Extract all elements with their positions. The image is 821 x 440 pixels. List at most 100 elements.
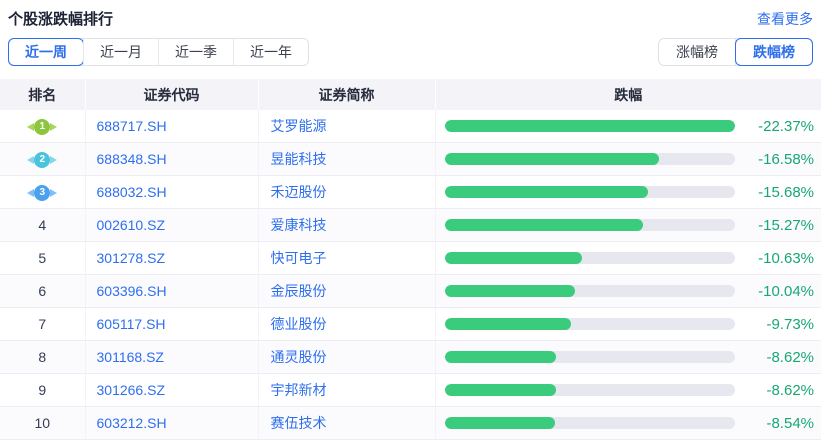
table-row[interactable]: 1 688717.SH 艾罗能源 -22.37% — [0, 110, 821, 143]
table-row[interactable]: 6 603396.SH 金辰股份 -10.04% — [0, 275, 821, 308]
decline-bar — [445, 417, 556, 429]
stock-ranking-panel: 个股涨跌幅排行 查看更多 近一周 近一月 近一季 近一年 涨幅榜 跌幅榜 — [0, 0, 821, 66]
period-tab-group: 近一周 近一月 近一季 近一年 — [8, 38, 309, 66]
decline-bar — [445, 186, 648, 198]
tab-last-week[interactable]: 近一周 — [9, 39, 83, 65]
column-header-code: 证券代码 — [85, 79, 258, 110]
rank-cell: 5 — [0, 242, 85, 275]
decline-percent: -16.58% — [735, 151, 821, 168]
rank-cell: 8 — [0, 341, 85, 374]
decline-percent: -22.37% — [735, 118, 821, 135]
table-header-row: 排名 证券代码 证券简称 跌幅 — [0, 79, 821, 110]
rank-cell: 3 — [0, 176, 85, 209]
column-header-rank: 排名 — [0, 79, 85, 110]
change-cell: -8.54% — [435, 407, 821, 440]
board-toggle-group: 涨幅榜 跌幅榜 — [658, 38, 813, 66]
tab-last-quarter[interactable]: 近一季 — [158, 39, 233, 65]
bar-track — [445, 252, 735, 264]
stock-name[interactable]: 通灵股份 — [258, 341, 435, 374]
bar-track — [445, 120, 735, 132]
change-cell: -10.63% — [435, 242, 821, 275]
stock-code[interactable]: 301168.SZ — [85, 341, 258, 374]
decline-percent: -10.63% — [735, 250, 821, 267]
decline-percent: -8.54% — [735, 415, 821, 432]
rank-cell: 1 — [0, 110, 85, 143]
table-row[interactable]: 5 301278.SZ 快可电子 -10.63% — [0, 242, 821, 275]
change-cell: -15.68% — [435, 176, 821, 209]
rank-cell: 4 — [0, 209, 85, 242]
stock-code[interactable]: 002610.SZ — [85, 209, 258, 242]
tab-last-month[interactable]: 近一月 — [83, 39, 158, 65]
panel-header: 个股涨跌幅排行 查看更多 — [8, 8, 813, 29]
change-cell: -16.58% — [435, 143, 821, 176]
decline-percent: -10.04% — [735, 283, 821, 300]
stock-name[interactable]: 赛伍技术 — [258, 407, 435, 440]
change-cell: -8.62% — [435, 374, 821, 407]
decline-bar — [445, 153, 660, 165]
tab-last-year[interactable]: 近一年 — [233, 39, 308, 65]
stock-name[interactable]: 艾罗能源 — [258, 110, 435, 143]
ranking-table: 排名 证券代码 证券简称 跌幅 1 688717.SH 艾罗能源 -22.37%… — [0, 79, 821, 440]
bar-track — [445, 153, 735, 165]
change-cell: -10.04% — [435, 275, 821, 308]
stock-name[interactable]: 禾迈股份 — [258, 176, 435, 209]
stock-name[interactable]: 金辰股份 — [258, 275, 435, 308]
rank-1-medal-icon: 1 — [34, 119, 50, 135]
bar-track — [445, 417, 735, 429]
rank-cell: 9 — [0, 374, 85, 407]
stock-code[interactable]: 688032.SH — [85, 176, 258, 209]
column-header-name: 证券简称 — [258, 79, 435, 110]
decline-bar — [445, 384, 557, 396]
decline-percent: -8.62% — [735, 349, 821, 366]
view-more-link[interactable]: 查看更多 — [757, 9, 813, 29]
change-cell: -15.27% — [435, 209, 821, 242]
rank-cell: 2 — [0, 143, 85, 176]
decline-percent: -15.27% — [735, 217, 821, 234]
decline-bar — [445, 252, 583, 264]
stock-code[interactable]: 301278.SZ — [85, 242, 258, 275]
stock-name[interactable]: 宇邦新材 — [258, 374, 435, 407]
decline-bar — [445, 120, 735, 132]
page-title: 个股涨跌幅排行 — [8, 8, 113, 29]
stock-name[interactable]: 德业股份 — [258, 308, 435, 341]
table-row[interactable]: 8 301168.SZ 通灵股份 -8.62% — [0, 341, 821, 374]
bar-track — [445, 285, 735, 297]
rank-cell: 7 — [0, 308, 85, 341]
table-row[interactable]: 2 688348.SH 昱能科技 -16.58% — [0, 143, 821, 176]
bar-track — [445, 318, 735, 330]
stock-name[interactable]: 快可电子 — [258, 242, 435, 275]
decline-percent: -9.73% — [735, 316, 821, 333]
rank-2-medal-icon: 2 — [34, 152, 50, 168]
change-cell: -8.62% — [435, 341, 821, 374]
toggle-losers-board[interactable]: 跌幅榜 — [735, 39, 812, 65]
toggle-gainers-board[interactable]: 涨幅榜 — [659, 39, 735, 65]
stock-name[interactable]: 昱能科技 — [258, 143, 435, 176]
rank-cell: 6 — [0, 275, 85, 308]
column-header-change: 跌幅 — [435, 79, 821, 110]
table-row[interactable]: 3 688032.SH 禾迈股份 -15.68% — [0, 176, 821, 209]
stock-code[interactable]: 603396.SH — [85, 275, 258, 308]
decline-bar — [445, 285, 575, 297]
decline-bar — [445, 318, 571, 330]
bar-track — [445, 351, 735, 363]
change-cell: -9.73% — [435, 308, 821, 341]
table-row[interactable]: 10 603212.SH 赛伍技术 -8.54% — [0, 407, 821, 440]
stock-code[interactable]: 605117.SH — [85, 308, 258, 341]
rank-3-medal-icon: 3 — [34, 185, 50, 201]
stock-code[interactable]: 688717.SH — [85, 110, 258, 143]
decline-bar — [445, 219, 643, 231]
table-row[interactable]: 9 301266.SZ 宇邦新材 -8.62% — [0, 374, 821, 407]
decline-percent: -8.62% — [735, 382, 821, 399]
bar-track — [445, 219, 735, 231]
decline-percent: -15.68% — [735, 184, 821, 201]
change-cell: -22.37% — [435, 110, 821, 143]
stock-code[interactable]: 603212.SH — [85, 407, 258, 440]
stock-code[interactable]: 301266.SZ — [85, 374, 258, 407]
table-row[interactable]: 7 605117.SH 德业股份 -9.73% — [0, 308, 821, 341]
bar-track — [445, 384, 735, 396]
table-row[interactable]: 4 002610.SZ 爱康科技 -15.27% — [0, 209, 821, 242]
decline-bar — [445, 351, 557, 363]
bar-track — [445, 186, 735, 198]
stock-name[interactable]: 爱康科技 — [258, 209, 435, 242]
stock-code[interactable]: 688348.SH — [85, 143, 258, 176]
